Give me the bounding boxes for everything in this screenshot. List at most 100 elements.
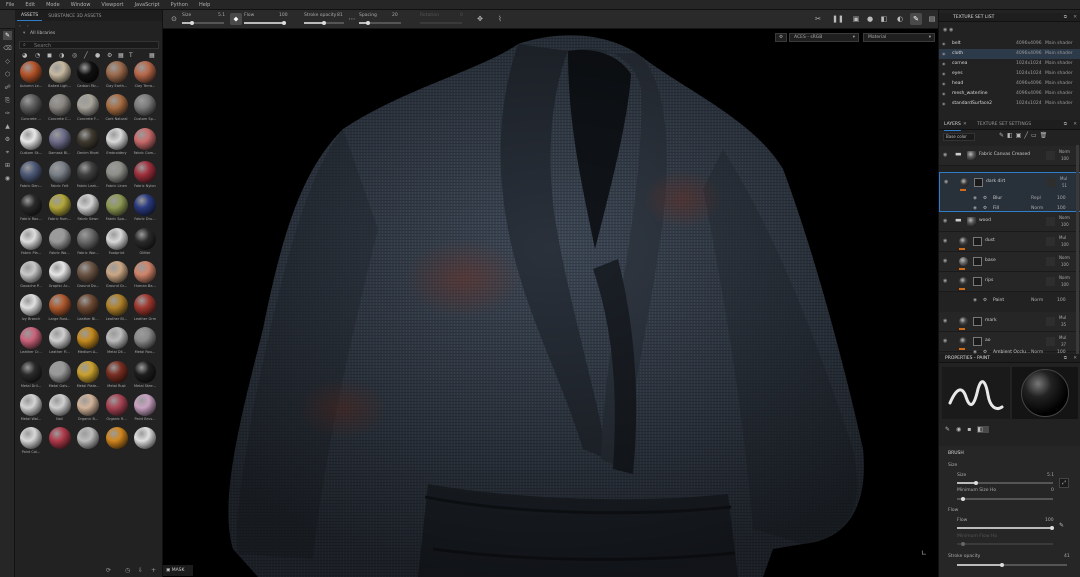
measure-tool-icon[interactable]: ⌖ [3, 148, 12, 157]
add-icon[interactable]: + [151, 567, 156, 574]
undock-icon[interactable]: ⧉ [1064, 354, 1067, 363]
tab-substance-assets[interactable]: SUBSTANCE 3D ASSETS [44, 12, 105, 21]
material-thumbnail[interactable]: Fabric Wo... [47, 227, 73, 260]
tab-texture-set-settings[interactable]: TEXTURE SET SETTINGS [977, 120, 1031, 130]
visibility-icon[interactable]: ◉ [973, 194, 977, 204]
effect-row[interactable]: ◉ ⚙ Blur Repl 100 [939, 194, 1080, 204]
layer-mask-slot[interactable] [1046, 151, 1055, 160]
visibility-icon[interactable]: ◉ ◉ [943, 27, 953, 33]
material-thumbnail[interactable]: Fabric Felt [47, 160, 73, 193]
spacing-icon[interactable]: ⋯ [346, 13, 358, 25]
layers-scrollbar[interactable] [1076, 145, 1079, 355]
visibility-icon[interactable]: ◉ [943, 218, 947, 224]
material-thumbnail[interactable]: Graphic Ar... [47, 260, 73, 293]
smudge-tool-icon[interactable]: ☍ [3, 83, 12, 92]
visibility-icon[interactable]: ◉ [943, 278, 947, 284]
menu-item-window[interactable]: Window [71, 2, 91, 8]
layer-opacity[interactable]: 51 [1062, 183, 1067, 188]
sphere-tool-icon[interactable]: ◉ [3, 174, 12, 183]
rotation-value[interactable]: 0 [460, 13, 463, 18]
material-thumbnail[interactable]: Organic R... [104, 393, 130, 426]
material-thumbnail[interactable]: Fabric Sewn [75, 193, 101, 226]
menu-item-edit[interactable]: Edit [25, 2, 35, 8]
layer-blend-mode[interactable]: Norm [1059, 255, 1070, 260]
texture-set-shader[interactable]: Main shader [1045, 79, 1073, 89]
texture-filter-icon[interactable]: ⚙ [107, 52, 112, 59]
texture-set-shader[interactable]: Main shader [1045, 89, 1073, 99]
visibility-icon[interactable]: ◉ [943, 152, 947, 158]
material-thumbnail[interactable]: Glitter [132, 227, 158, 260]
visibility-icon[interactable]: ◉ [942, 99, 946, 109]
layer-blend-mode[interactable]: Mul [1059, 235, 1066, 240]
material-thumbnail[interactable]: Medium A... [75, 326, 101, 359]
material-thumbnail[interactable]: Carbon Fib... [75, 60, 101, 93]
search-field[interactable]: ⌕ Search [19, 41, 159, 49]
spacing-slider[interactable] [359, 21, 401, 25]
add-folder-icon[interactable]: ▭ [1031, 132, 1040, 139]
menu-item-viewport[interactable]: Viewport [101, 2, 123, 8]
material-thumbnail[interactable]: Metal Rust [104, 360, 130, 393]
size-slider[interactable] [182, 21, 224, 25]
material-thumbnail[interactable]: Fabric Com... [132, 127, 158, 160]
material-thumbnail[interactable]: Embroidery [104, 127, 130, 160]
layer-mask-slot[interactable] [1046, 257, 1055, 266]
material-thumbnail[interactable] [75, 426, 101, 459]
material-thumbnail[interactable]: Paint Cal... [18, 426, 44, 459]
close-icon[interactable]: ✕ [1073, 13, 1077, 22]
material-thumbnail[interactable]: Fabric Rou... [18, 193, 44, 226]
texture-set-row[interactable]: ◉ mesh_waterline 4096x4096 Main shader [939, 89, 1080, 99]
flow-prop-value[interactable]: 100 [1045, 518, 1054, 523]
close-icon[interactable]: ✕ [1073, 354, 1077, 363]
texture-set-shader[interactable]: Main shader [1045, 69, 1073, 79]
screenshot-icon[interactable]: ✂ [812, 13, 824, 25]
layer-opacity[interactable]: 37 [1061, 342, 1066, 347]
visibility-icon[interactable]: ◉ [943, 258, 947, 264]
brush-filter-icon[interactable]: ╱ [84, 52, 88, 59]
mask-filter-icon[interactable]: ◑ [59, 52, 64, 59]
material-thumbnail[interactable]: Baked Ligh... [47, 60, 73, 93]
layer-blend-mode[interactable]: Mul [1060, 176, 1067, 181]
material-thumbnail[interactable]: Fabric Wor... [75, 227, 101, 260]
viewport[interactable]: ⚙ ACES - sRGB ▾ Material ▾ ∟ ▣ MASK [163, 29, 938, 577]
material-thumbnail[interactable]: Custom Sk... [18, 127, 44, 160]
render-icon[interactable]: ● [864, 13, 876, 25]
brush-size-value[interactable]: 5.1 [1047, 473, 1054, 478]
material-preview[interactable] [1012, 367, 1078, 419]
layer-row[interactable]: ◉ mark Mul 35 [939, 312, 1080, 332]
all-filter-icon[interactable]: ◕ [22, 52, 27, 59]
material-thumbnail[interactable]: Fabric Leat... [75, 160, 101, 193]
undock-icon[interactable]: ⧉ [1064, 120, 1067, 130]
material-thumbnail[interactable]: Paint Brus... [132, 393, 158, 426]
layer-mask-slot[interactable] [1047, 178, 1056, 187]
pen-pressure-icon[interactable]: ✎ [1059, 522, 1064, 529]
layout-icon[interactable]: ▤ [926, 13, 938, 25]
layer-mask-slot[interactable] [1046, 277, 1055, 286]
layer-mask-slot[interactable] [1046, 237, 1055, 246]
grid-view-icon[interactable]: ▦ [149, 52, 155, 59]
effect-opacity[interactable]: 100 [1057, 204, 1066, 214]
material-thumbnail[interactable] [132, 426, 158, 459]
generator-filter-icon[interactable]: ◎ [72, 52, 77, 59]
material-thumbnail[interactable]: Leather Bi... [75, 293, 101, 326]
texture-set-row[interactable]: ◉ eyes 1024x1024 Main shader [939, 69, 1080, 79]
visibility-icon[interactable]: ◉ [973, 204, 977, 214]
material-thumbnail[interactable]: Fabric Rum... [47, 193, 73, 226]
material-thumbnail[interactable]: Fabric Spa... [104, 193, 130, 226]
visibility-icon[interactable]: ◉ [944, 179, 948, 185]
search-input[interactable]: Search [34, 43, 51, 49]
material-thumbnail[interactable]: Leather Grm [132, 293, 158, 326]
effect-row[interactable]: ◉ ⚙ Fill Norm 100 [939, 204, 1080, 214]
stroke-opacity-value[interactable]: 81 [337, 13, 343, 18]
layer-opacity[interactable]: 100 [1061, 222, 1069, 227]
material-thumbnail[interactable]: Fabric Pla... [18, 227, 44, 260]
visibility-icon[interactable]: ◉ [942, 59, 946, 69]
material-thumbnail[interactable]: Nail [47, 393, 73, 426]
tab-assets[interactable]: ASSETS [17, 11, 43, 21]
add-mask-icon[interactable]: ◧ [1007, 132, 1016, 139]
material-thumbnail[interactable]: Organic B... [75, 393, 101, 426]
symmetry-icon[interactable]: ✥ [474, 13, 486, 25]
layer-opacity[interactable]: 100 [1061, 156, 1069, 161]
effect-blend-mode[interactable]: Norm [1031, 204, 1043, 214]
texture-set-row[interactable]: ◉ cloth 4096x4096 Main shader [939, 49, 1080, 59]
visibility-icon[interactable]: ◉ [943, 238, 947, 244]
